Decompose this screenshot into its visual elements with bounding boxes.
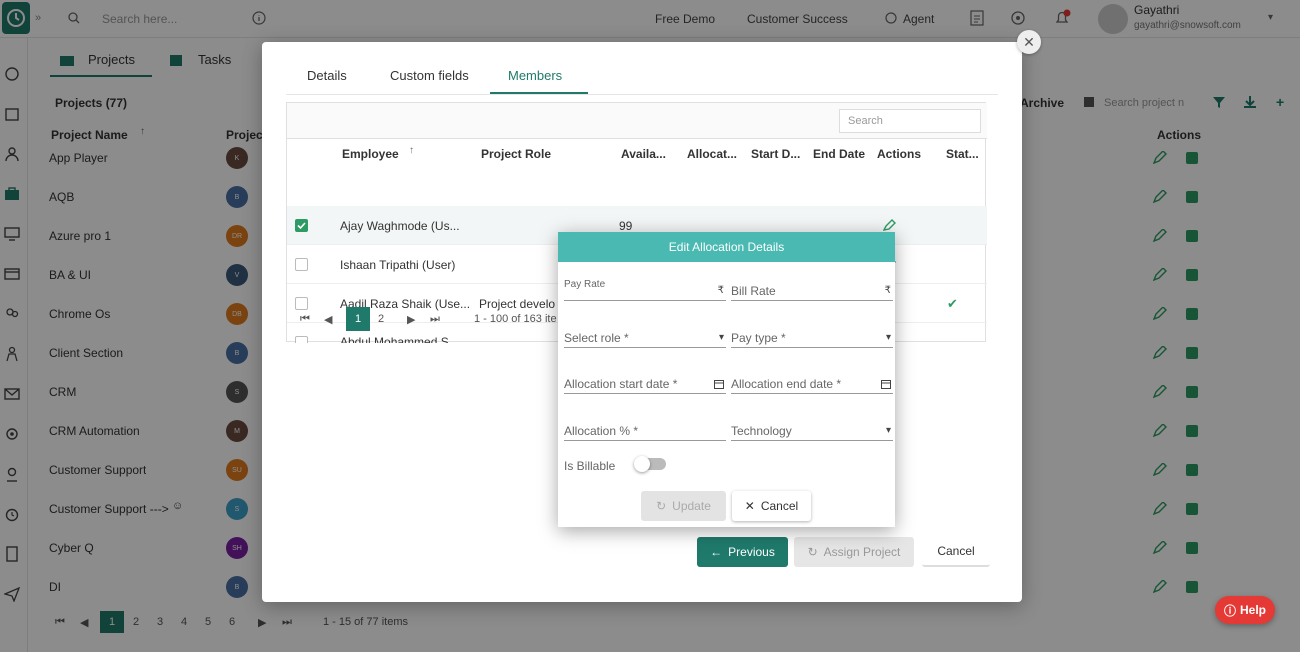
allocation-percent-field[interactable]: Allocation % * [564, 421, 726, 441]
tab-custom-fields[interactable]: Custom fields [390, 68, 469, 83]
first-page-icon[interactable]: ⏮ [300, 313, 310, 326]
close-modal-button[interactable]: ✕ [1017, 30, 1041, 54]
bill-rate-field[interactable]: Bill Rate ₹ [731, 281, 893, 301]
pay-type-dropdown[interactable]: Pay type * ▾ [731, 328, 893, 348]
allocation-end-label: Allocation end date * [731, 377, 842, 391]
bill-rate-label: Bill Rate [731, 284, 776, 298]
employee-name: Ishaan Tripathi (User) [340, 258, 456, 272]
edit-icon[interactable] [883, 219, 896, 232]
cancel-label: Cancel [760, 499, 799, 513]
refresh-icon: ↻ [807, 545, 818, 559]
calendar-icon[interactable] [714, 379, 724, 389]
update-button[interactable]: ↻ Update [641, 491, 726, 521]
tab-members[interactable]: Members [508, 68, 562, 83]
chevron-down-icon: ▾ [885, 425, 891, 436]
arrow-left-icon: ← [710, 545, 723, 559]
help-button[interactable]: ⓘ Help [1215, 596, 1275, 624]
is-billable-toggle[interactable] [634, 456, 666, 472]
pay-rate-field[interactable]: Pay Rate ₹ [564, 279, 726, 301]
col-employee[interactable]: Employee [342, 147, 399, 161]
col-start-date[interactable]: Start D... [751, 147, 800, 161]
col-actions: Actions [877, 147, 922, 161]
close-icon: ✕ [1023, 33, 1035, 50]
sort-asc-icon[interactable]: ↑ [409, 145, 414, 156]
dialog-cancel-button[interactable]: ✕ Cancel [732, 491, 811, 521]
status-check-icon: ✔ [947, 296, 958, 311]
tab-details[interactable]: Details [307, 68, 347, 83]
employee-name: Ajay Waghmode (Us... [340, 219, 460, 233]
row-checkbox[interactable] [295, 219, 308, 232]
dialog-title: Edit Allocation Details [558, 232, 895, 262]
rupee-icon: ₹ [884, 285, 891, 296]
edit-allocation-dialog: Edit Allocation Details Pay Rate ₹ Bill … [558, 232, 895, 527]
pay-type-label: Pay type * [731, 331, 786, 345]
next-page-icon[interactable]: ▶ [407, 313, 415, 326]
close-icon: ✕ [744, 499, 755, 513]
pager-info: 1 - 100 of 163 ite [474, 313, 557, 325]
col-allocation[interactable]: Allocat... [687, 147, 737, 161]
modal-cancel-button[interactable]: Cancel [922, 537, 990, 567]
col-status[interactable]: Stat... [946, 147, 979, 161]
help-label: Help [1240, 603, 1267, 617]
technology-dropdown[interactable]: Technology ▾ [731, 421, 893, 441]
project-role-value: Project develo [479, 297, 556, 311]
page-button[interactable]: 2 [378, 313, 384, 325]
previous-label: Previous [728, 545, 775, 559]
assign-project-button[interactable]: ↻ Assign Project [794, 537, 914, 567]
allocation-percent-label: Allocation % * [564, 424, 639, 438]
employee-name: Abdul Mohammed S [340, 335, 449, 343]
allocation-start-date-field[interactable]: Allocation start date * [564, 374, 726, 394]
is-billable-label: Is Billable [564, 459, 616, 473]
col-project-role[interactable]: Project Role [481, 147, 551, 161]
last-page-icon[interactable]: ⏭ [430, 313, 440, 326]
previous-button[interactable]: ← Previous [697, 537, 788, 567]
help-icon: ⓘ [1223, 603, 1236, 618]
technology-label: Technology [731, 424, 792, 438]
col-availability[interactable]: Availa... [621, 147, 666, 161]
toggle-knob [634, 456, 650, 472]
col-end-date[interactable]: End Date [813, 147, 865, 161]
chevron-down-icon: ▾ [718, 332, 724, 343]
grid-toolbar: Search [287, 103, 987, 139]
row-checkbox[interactable] [295, 258, 308, 271]
members-search-input[interactable]: Search [839, 109, 981, 133]
select-role-label: Select role * [564, 331, 629, 345]
update-label: Update [672, 499, 711, 513]
pay-rate-label: Pay Rate [564, 279, 606, 290]
calendar-icon[interactable] [881, 379, 891, 389]
assign-project-label: Assign Project [823, 545, 901, 559]
row-checkbox[interactable] [295, 336, 308, 343]
row-checkbox[interactable] [295, 297, 308, 310]
availability-value: 99 [619, 219, 633, 233]
tab-divider [286, 94, 998, 95]
page-button[interactable]: 1 [346, 307, 370, 331]
refresh-icon: ↻ [656, 499, 667, 513]
select-role-dropdown[interactable]: Select role * ▾ [564, 328, 726, 348]
chevron-down-icon: ▾ [885, 332, 891, 343]
allocation-end-date-field[interactable]: Allocation end date * [731, 374, 893, 394]
allocation-start-label: Allocation start date * [564, 377, 678, 391]
rupee-icon: ₹ [717, 285, 724, 296]
prev-page-icon[interactable]: ◀ [324, 313, 332, 326]
